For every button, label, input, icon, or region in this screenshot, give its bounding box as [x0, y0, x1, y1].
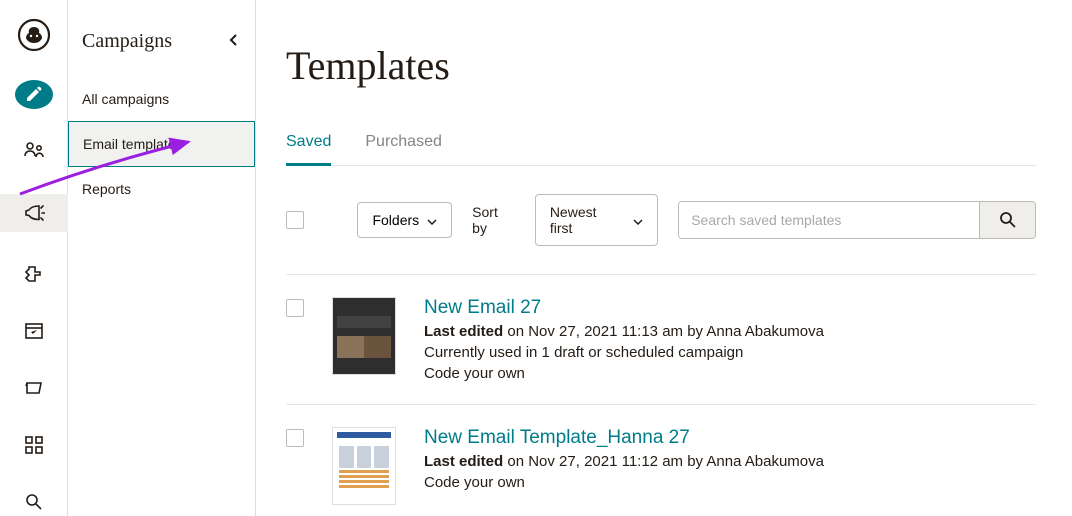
template-edited: Last edited on Nov 27, 2021 11:13 am by …: [424, 323, 824, 340]
create-pencil-icon[interactable]: [15, 80, 53, 109]
folders-button[interactable]: Folders: [357, 202, 452, 238]
logo-monkey-icon[interactable]: [15, 18, 53, 52]
search-input[interactable]: [679, 202, 979, 238]
toolbar: Folders Sort by Newest first: [286, 166, 1036, 275]
sortby-label: Sort by: [472, 204, 515, 236]
page-title: Templates: [286, 42, 1036, 89]
subnav-item-email-templates[interactable]: Email templates: [68, 121, 255, 167]
subnav-item-all-campaigns[interactable]: All campaigns: [68, 77, 255, 121]
search-wrap: [678, 201, 1036, 239]
chevron-down-icon: [427, 212, 437, 228]
chevron-down-icon: [633, 212, 643, 228]
template-title-link[interactable]: New Email 27: [424, 297, 824, 319]
sort-select[interactable]: Newest first: [535, 194, 658, 246]
template-edited: Last edited on Nov 27, 2021 11:12 am by …: [424, 453, 824, 470]
tab-purchased[interactable]: Purchased: [365, 133, 442, 166]
website-icon[interactable]: [15, 317, 53, 346]
audience-icon[interactable]: [15, 137, 53, 166]
template-status: Currently used in 1 draft or scheduled c…: [424, 344, 824, 361]
tabs: Saved Purchased: [286, 133, 1036, 166]
subnav-item-reports[interactable]: Reports: [68, 167, 255, 211]
template-type: Code your own: [424, 365, 824, 382]
campaigns-megaphone-icon[interactable]: [15, 194, 53, 232]
template-type: Code your own: [424, 474, 824, 491]
tab-saved[interactable]: Saved: [286, 133, 331, 166]
search-icon[interactable]: [15, 487, 53, 516]
template-row: New Email 27 Last edited on Nov 27, 2021…: [286, 275, 1036, 405]
row-checkbox[interactable]: [286, 429, 304, 447]
template-thumbnail[interactable]: [332, 427, 396, 505]
search-button[interactable]: [979, 202, 1035, 238]
main-content: Templates Saved Purchased Folders Sort b…: [256, 0, 1072, 516]
subnav: Campaigns All campaigns Email templates …: [68, 0, 256, 516]
template-thumbnail[interactable]: [332, 297, 396, 375]
folders-label: Folders: [372, 212, 419, 228]
template-row: New Email Template_Hanna 27 Last edited …: [286, 405, 1036, 516]
grid-apps-icon[interactable]: [15, 430, 53, 459]
select-all-checkbox[interactable]: [286, 211, 304, 229]
row-checkbox[interactable]: [286, 299, 304, 317]
chevron-left-icon[interactable]: [229, 33, 239, 50]
automations-icon[interactable]: [15, 260, 53, 289]
subnav-title: Campaigns: [82, 30, 172, 53]
template-title-link[interactable]: New Email Template_Hanna 27: [424, 427, 824, 449]
content-icon[interactable]: [15, 373, 53, 402]
sort-value: Newest first: [550, 204, 619, 236]
icon-rail: [0, 0, 68, 516]
